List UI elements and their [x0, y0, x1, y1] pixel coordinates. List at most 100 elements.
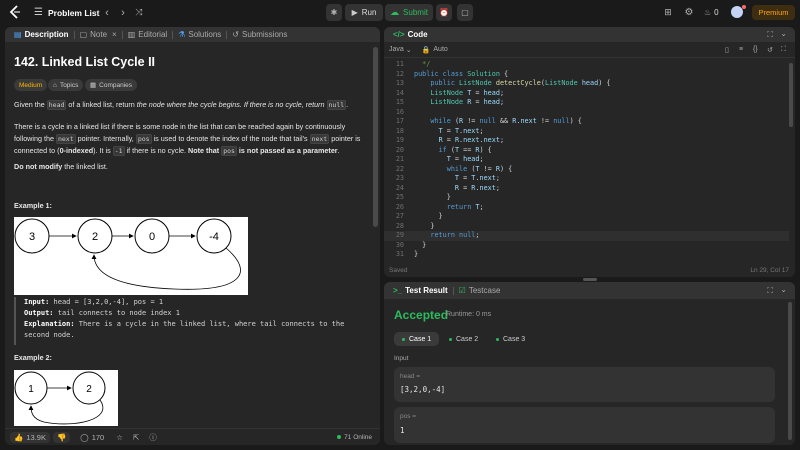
input-label: Input	[394, 355, 409, 362]
cloud-upload-icon: ☁	[390, 7, 400, 17]
code-line[interactable]: 15 ListNode R = head;	[384, 98, 789, 108]
close-icon[interactable]: ×	[112, 30, 117, 39]
code-line[interactable]: 18 T = T.next;	[384, 127, 789, 137]
like-button[interactable]: 👍 13.9K	[10, 431, 50, 443]
code-token: =	[459, 183, 472, 192]
chevron-down-icon[interactable]: ⌄	[780, 29, 787, 38]
building-icon: ▦	[90, 82, 97, 89]
code-tab-bar: </> Code ⛶ ⌄	[384, 27, 795, 42]
chevron-down-icon[interactable]: ⌄	[780, 285, 787, 294]
streak-counter[interactable]: ♨ 0	[704, 5, 719, 20]
help-button[interactable]: ⓘ	[149, 432, 157, 443]
tab-note[interactable]: ▢ Note ×	[75, 27, 122, 42]
code-line[interactable]: 27 }	[384, 212, 789, 222]
code-line[interactable]: 21 T = head;	[384, 155, 789, 165]
braces-icon[interactable]: {}	[753, 46, 758, 53]
code-token: null	[479, 117, 496, 125]
tab-editorial[interactable]: ▥ Editorial	[123, 27, 172, 42]
fullscreen-icon[interactable]: ⛶	[781, 46, 786, 54]
code-line[interactable]: 31}	[384, 250, 789, 260]
chevron-right-icon: ›	[121, 6, 125, 19]
code-editor[interactable]: 11 */12 public class Solution {13 public …	[384, 60, 789, 260]
editor-scrollbar[interactable]	[789, 63, 793, 127]
premium-button[interactable]: Premium	[752, 5, 795, 20]
description-scrollbar[interactable]	[373, 47, 378, 227]
code-line[interactable]: 23 T = T.next;	[384, 174, 789, 184]
prev-problem-button[interactable]: ‹	[100, 5, 114, 20]
code-token: }	[414, 221, 435, 230]
line-number: 15	[395, 98, 404, 106]
code-line[interactable]: 24 R = R.next;	[384, 184, 789, 194]
case-tab-1[interactable]: Case 1	[394, 332, 440, 346]
share-button[interactable]: ⇱	[133, 433, 139, 442]
tab-solutions[interactable]: ⚗ Solutions	[173, 27, 226, 42]
code-token: }	[414, 240, 427, 249]
code-line[interactable]: 14 ListNode T = head;	[384, 89, 789, 99]
description-tab-bar: ▤ Description ▢ Note × ▥ Editorial ⚗ Sol…	[5, 27, 380, 42]
case-tab-3[interactable]: Case 3	[488, 332, 533, 346]
code-token: ;	[479, 155, 484, 163]
leetcode-logo-icon[interactable]	[8, 5, 22, 19]
mode-toggle[interactable]: 🔒 Auto	[422, 46, 448, 54]
code-line[interactable]: 12 public class Solution {	[384, 70, 789, 80]
tab-code[interactable]: </> Code	[388, 27, 433, 42]
code-line[interactable]: 25 }	[384, 193, 789, 203]
timer-button[interactable]: ⏰	[436, 4, 452, 21]
submit-button[interactable]: ☁ Submit	[385, 4, 433, 21]
debug-button[interactable]: ✱	[326, 4, 342, 21]
alarm-clock-icon: ⏰	[439, 8, 449, 17]
code-line[interactable]: 16	[384, 108, 789, 118]
reset-icon[interactable]: ↺	[767, 46, 773, 54]
line-number: 30	[395, 240, 404, 249]
chevron-down-icon: ⌄	[405, 46, 412, 54]
line-number: 29	[395, 231, 404, 239]
flask-icon: ⚗	[178, 30, 186, 39]
panel-resize-handle[interactable]	[583, 278, 597, 281]
code-line[interactable]: 29 return null;	[384, 231, 789, 241]
maximize-icon[interactable]: ⛶	[767, 30, 773, 40]
favorite-button[interactable]: ☆	[116, 433, 123, 442]
case-tab-2[interactable]: Case 2	[441, 332, 486, 346]
code-line[interactable]: 20 if (T == R) {	[384, 146, 789, 156]
settings-button[interactable]: ⚙	[683, 5, 695, 20]
companies-button[interactable]: ▦ Companies	[85, 79, 138, 91]
code-line[interactable]: 26 return T;	[384, 203, 789, 213]
grid-layout-icon: ⊞	[664, 7, 672, 17]
tab-test-result[interactable]: >_ Test Result	[388, 283, 453, 298]
code-line[interactable]: 17 while (R != null && R.next != null) {	[384, 117, 789, 127]
code-line[interactable]: 13 public ListNode detectCycle(ListNode …	[384, 79, 789, 89]
result-scrollbar[interactable]	[788, 302, 792, 440]
tab-testcase[interactable]: ☑ Testcase	[454, 283, 506, 298]
comments-button[interactable]: ◯ 170	[80, 433, 104, 442]
code-token: ;	[495, 183, 500, 192]
maximize-icon[interactable]: ⛶	[767, 286, 773, 296]
layout-button[interactable]: ⊞	[662, 5, 674, 20]
bookmark-icon[interactable]: ▯	[725, 46, 729, 54]
code-line[interactable]: 11 */	[384, 60, 789, 70]
run-button[interactable]: ▶ Run	[345, 4, 383, 21]
language-select[interactable]: Java ⌄	[389, 46, 412, 54]
random-problem-button[interactable]: ⤨	[132, 5, 146, 20]
code-line[interactable]: 19 R = R.next.next;	[384, 136, 789, 146]
code-line[interactable]: 22 while (T != R) {	[384, 165, 789, 175]
problem-list-button[interactable]: ☰ Problem List	[34, 5, 99, 20]
constraint-note: Do not modify the linked list.	[14, 162, 108, 171]
pos-input-box: pos = 1	[394, 407, 775, 443]
dislike-button[interactable]: 👎	[52, 431, 71, 443]
tab-description[interactable]: ▤ Description	[9, 27, 74, 42]
code-line[interactable]: 28 }	[384, 222, 789, 232]
topics-button[interactable]: ⌂ Topics	[48, 79, 84, 91]
tab-submissions[interactable]: ↺ Submissions	[227, 27, 292, 42]
node-label: 1	[28, 384, 34, 395]
code-line[interactable]: 30 }	[384, 241, 789, 251]
line-number: 21	[395, 155, 404, 163]
format-icon[interactable]: ≡	[739, 46, 743, 53]
code-token: ) {	[598, 79, 611, 87]
problem-title: 142. Linked List Cycle II	[14, 55, 156, 69]
example-1-explanation: Explanation: There is a cycle in the lin…	[24, 320, 345, 339]
line-number: 25	[395, 193, 404, 201]
next-problem-button[interactable]: ›	[116, 5, 130, 20]
notes-button[interactable]: ▢	[457, 4, 473, 21]
code-token: =	[450, 155, 464, 163]
